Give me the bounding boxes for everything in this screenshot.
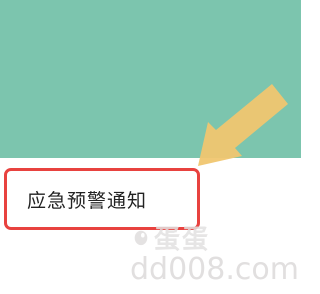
watermark-brand: 蛋蛋 [132,220,282,255]
menu-item-label: 应急预警通知 [27,189,148,212]
watermark-cn-text: 蛋蛋 [154,224,211,255]
watermark-url: dd008.com [130,252,299,287]
egg-logo-icon [134,230,148,246]
